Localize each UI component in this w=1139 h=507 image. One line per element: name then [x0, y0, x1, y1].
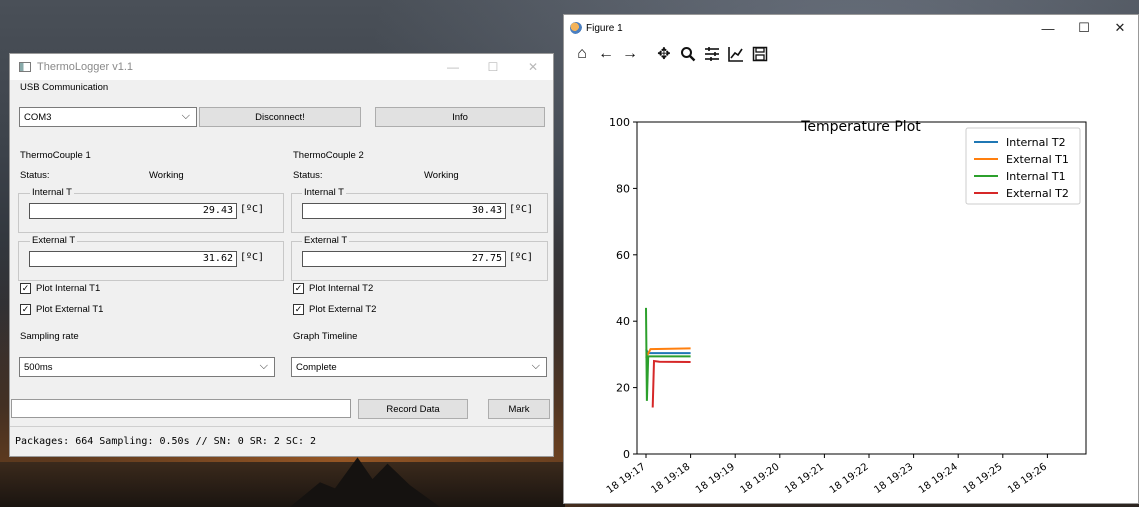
plot-external-t1-label: Plot External T1: [36, 304, 104, 315]
sampling-select[interactable]: 500ms ⌵: [19, 357, 275, 377]
chart-title: Temperature Plot: [800, 119, 921, 135]
plot-external-t1-checkbox[interactable]: ✓ Plot External T1: [20, 304, 103, 315]
tc2-external-unit: [ºC]: [509, 252, 534, 263]
x-tick-label: 18 19:22: [828, 461, 871, 496]
minimize-button[interactable]: —: [1030, 21, 1066, 36]
x-tick-label: 18 19:23: [872, 461, 915, 496]
chevron-down-icon: ⌵: [259, 360, 268, 372]
tc2-status-value: Working: [424, 170, 459, 181]
port-select[interactable]: COM3 ⌵: [19, 107, 197, 127]
plot-internal-t2-label: Plot Internal T2: [309, 283, 374, 294]
mark-button[interactable]: Mark: [488, 399, 550, 419]
tc1-internal-field: 29.43: [29, 203, 237, 219]
edit-axis-icon[interactable]: [726, 43, 746, 65]
forward-icon[interactable]: →: [620, 43, 640, 65]
home-icon[interactable]: ⌂: [572, 43, 592, 65]
maximize-button[interactable]: ☐: [1066, 20, 1102, 36]
port-value: COM3: [24, 111, 52, 123]
window-title: ThermoLogger v1.1: [37, 61, 133, 73]
y-tick-label: 40: [616, 315, 630, 328]
chevron-down-icon: ⌵: [531, 360, 540, 372]
usb-group-label: USB Communication: [20, 82, 109, 93]
thermologger-window: ThermoLogger v1.1 — ☐ ✕ USB Communicatio…: [9, 53, 554, 457]
x-tick-label: 18 19:17: [605, 461, 648, 496]
thermologger-titlebar[interactable]: ThermoLogger v1.1 — ☐ ✕: [10, 54, 553, 80]
legend-label: External T2: [1006, 187, 1069, 200]
sampling-value: 500ms: [24, 361, 53, 373]
tc2-group-label: ThermoCouple 2: [293, 150, 364, 161]
tc1-external-label: External T: [30, 235, 78, 246]
legend-label: Internal T1: [1006, 170, 1066, 183]
tc2-external-label: External T: [302, 235, 350, 246]
pan-icon[interactable]: ✥: [654, 43, 674, 65]
x-tick-label: 18 19:18: [649, 461, 692, 496]
y-tick-label: 60: [616, 249, 630, 262]
timeline-select[interactable]: Complete ⌵: [291, 357, 547, 377]
zoom-icon[interactable]: [678, 43, 698, 65]
info-button[interactable]: Info: [375, 107, 545, 127]
timeline-group-label: Graph Timeline: [293, 331, 358, 342]
x-tick-label: 18 19:20: [739, 461, 782, 496]
plot-external-t2-checkbox[interactable]: ✓ Plot External T2: [293, 304, 376, 315]
checkmark-icon: ✓: [20, 283, 31, 294]
y-tick-label: 100: [609, 116, 630, 129]
x-tick-label: 18 19:19: [694, 461, 737, 496]
figure-app-icon: [570, 22, 582, 34]
timeline-value: Complete: [296, 361, 337, 373]
tc1-group-label: ThermoCouple 1: [20, 150, 91, 161]
x-axis: 18 19:17 18 19:18 18 19:19 18 19:20 18 19:21…: [605, 454, 1049, 496]
tc1-status-label: Status:: [20, 170, 50, 181]
series-line: [651, 359, 691, 408]
progress-bar: [11, 399, 351, 418]
x-tick-label: 18 19:24: [917, 461, 960, 496]
figure-toolbar: ⌂ ← → ✥: [564, 41, 1138, 67]
tc1-external-field: 31.62: [29, 251, 237, 267]
tc1-status-value: Working: [149, 170, 184, 181]
maximize-button[interactable]: ☐: [473, 60, 513, 74]
figure-titlebar[interactable]: Figure 1 — ☐ ✕: [564, 15, 1138, 41]
x-tick-label: 18 19:26: [1006, 461, 1049, 496]
tc2-external-field: 27.75: [302, 251, 506, 267]
close-button[interactable]: ✕: [1102, 20, 1138, 36]
tc2-status-label: Status:: [293, 170, 323, 181]
tc1-internal-label: Internal T: [30, 187, 74, 198]
tc1-internal-unit: [ºC]: [240, 204, 265, 215]
y-tick-label: 0: [623, 448, 630, 461]
series-lines: [645, 307, 691, 408]
tc2-internal-unit: [ºC]: [509, 204, 534, 215]
legend: Internal T2 External T1 Internal T1 Externa…: [965, 127, 1081, 205]
x-tick-label: 18 19:25: [962, 461, 1005, 496]
figure-title: Figure 1: [586, 22, 623, 34]
tc2-internal-field: 30.43: [302, 203, 506, 219]
x-tick-label: 18 19:21: [783, 461, 826, 496]
plot-internal-t1-checkbox[interactable]: ✓ Plot Internal T1: [20, 283, 100, 294]
y-tick-label: 80: [616, 182, 630, 195]
close-button[interactable]: ✕: [513, 60, 553, 74]
legend-label: Internal T2: [1006, 136, 1066, 149]
y-axis: 0 20 40 60 80 100: [609, 116, 637, 461]
figure-window: Figure 1 — ☐ ✕ ⌂ ← → ✥ Temperature Plot …: [563, 14, 1139, 504]
record-data-button[interactable]: Record Data: [358, 399, 468, 419]
status-bar: Packages: 664 Sampling: 0.50s // SN: 0 S…: [10, 426, 553, 456]
app-icon: [19, 62, 31, 72]
minimize-button[interactable]: —: [433, 60, 473, 74]
checkmark-icon: ✓: [293, 283, 304, 294]
plot-internal-t2-checkbox[interactable]: ✓ Plot Internal T2: [293, 283, 373, 294]
disconnect-button[interactable]: Disconnect!: [199, 107, 361, 127]
legend-label: External T1: [1006, 153, 1069, 166]
configure-icon[interactable]: [702, 43, 722, 65]
tc2-internal-label: Internal T: [302, 187, 346, 198]
checkmark-icon: ✓: [20, 304, 31, 315]
temperature-chart[interactable]: Temperature Plot 020406080100 18 19:17 18…: [564, 67, 1138, 503]
checkmark-icon: ✓: [293, 304, 304, 315]
back-icon[interactable]: ←: [596, 43, 616, 65]
plot-external-t2-label: Plot External T2: [309, 304, 377, 315]
tc1-external-unit: [ºC]: [240, 252, 265, 263]
landscape-silhouette: [0, 462, 565, 507]
plot-internal-t1-label: Plot Internal T1: [36, 283, 101, 294]
sampling-group-label: Sampling rate: [20, 331, 79, 342]
save-icon[interactable]: [750, 43, 770, 65]
chevron-down-icon: ⌵: [181, 110, 190, 122]
y-tick-label: 20: [616, 382, 630, 395]
